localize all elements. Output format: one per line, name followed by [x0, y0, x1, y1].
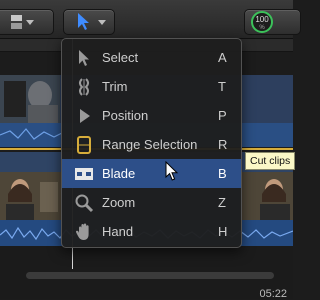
menu-item-zoom[interactable]: Zoom Z [62, 188, 241, 217]
hand-icon [74, 222, 94, 242]
menu-item-trim[interactable]: Trim T [62, 72, 241, 101]
tools-dropdown-menu: Select A Trim T Position P Range Selecti… [61, 38, 242, 248]
video-thumbnail-lower-right [240, 172, 293, 220]
menu-item-shortcut: A [218, 50, 227, 65]
menu-item-label: Zoom [102, 195, 136, 210]
menu-item-label: Select [102, 50, 139, 65]
menu-item-hand[interactable]: Hand H [62, 217, 241, 246]
audio-meter-dial: 100 % [251, 11, 273, 33]
timeline-horizontal-scrollbar[interactable] [26, 272, 274, 279]
insert-clip-icon [11, 15, 34, 29]
arrow-select-icon [74, 48, 94, 68]
audio-meter-button[interactable]: 100 % [244, 9, 301, 35]
menu-item-shortcut: R [218, 137, 228, 152]
timeline-toolbar: 100 % [0, 0, 301, 39]
menu-item-shortcut: H [218, 224, 228, 239]
menu-item-label: Trim [102, 79, 128, 94]
video-thumbnail-upper-left [0, 75, 60, 123]
range-selection-icon [74, 135, 94, 155]
menu-item-blade[interactable]: Blade B [62, 159, 241, 188]
tool-tooltip: Cut clips [245, 152, 296, 170]
position-icon [74, 106, 94, 126]
menu-item-label: Hand [102, 224, 134, 239]
menu-item-shortcut: B [218, 166, 227, 181]
tool-menu-button[interactable] [63, 9, 115, 35]
clip-appearance-button[interactable] [0, 9, 54, 35]
menu-item-label: Blade [102, 166, 136, 181]
zoom-icon [74, 193, 94, 213]
menu-item-shortcut: Z [218, 195, 226, 210]
blade-icon [74, 164, 94, 184]
timecode-display: 05:22 [259, 288, 287, 300]
trim-icon [74, 77, 94, 97]
video-thumbnail-lower-left [0, 172, 62, 220]
menu-item-shortcut: P [218, 108, 227, 123]
menu-item-position[interactable]: Position P [62, 101, 241, 130]
menu-item-label: Position [102, 108, 149, 123]
menu-item-select[interactable]: Select A [62, 43, 241, 72]
menu-item-shortcut: T [218, 79, 226, 94]
menu-item-range-selection[interactable]: Range Selection R [62, 130, 241, 159]
mouse-pointer-icon [165, 161, 179, 181]
select-arrow-icon [78, 13, 106, 30]
audio-meter-value: 100 [255, 15, 269, 24]
audio-meter-unit: % [259, 25, 265, 31]
menu-item-label: Range Selection [102, 137, 198, 152]
